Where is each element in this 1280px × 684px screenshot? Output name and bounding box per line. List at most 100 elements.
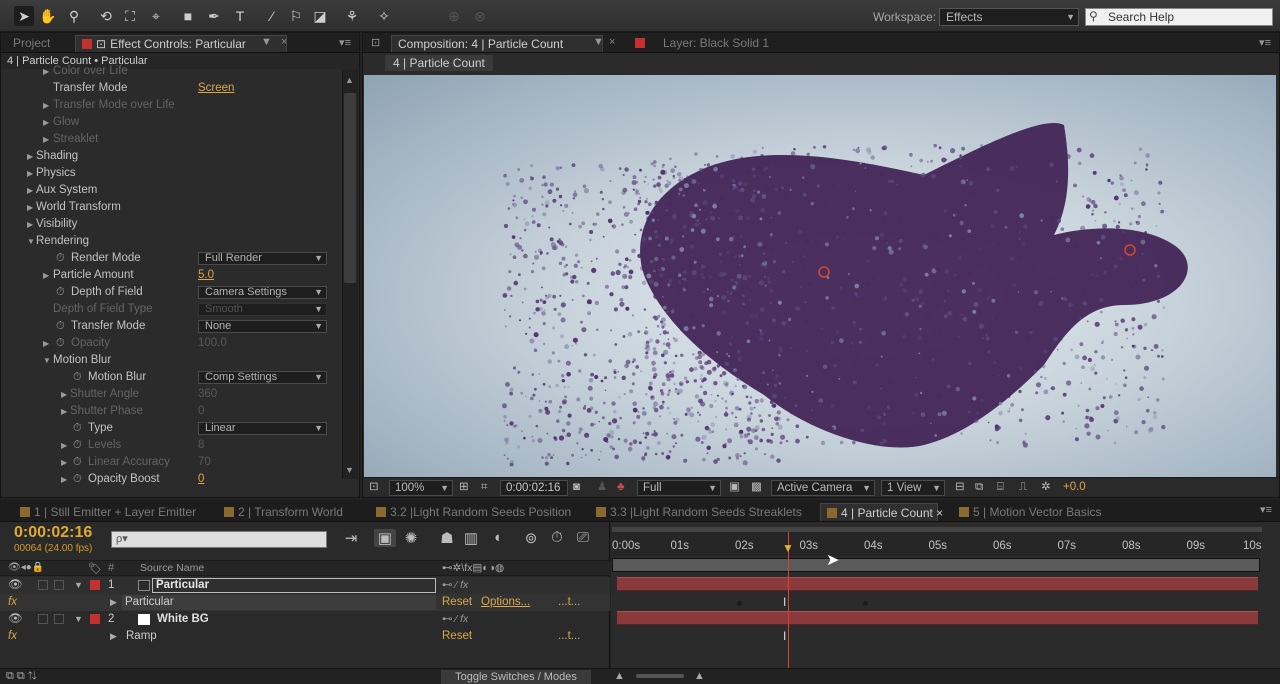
disclosure-closed-icon[interactable]: ▶ xyxy=(27,216,33,233)
roi-icon[interactable]: ▣ xyxy=(729,480,740,496)
camera-tool-icon[interactable]: ⛶ xyxy=(120,6,140,26)
reset-link[interactable]: Reset xyxy=(442,628,472,645)
effect-name[interactable]: Particular xyxy=(122,595,436,610)
property-dropdown[interactable]: Full Render ▼ xyxy=(198,252,327,265)
effect-property-row[interactable]: ▶ Transfer Mode over Life xyxy=(1,97,341,114)
tab-dropdown-icon[interactable]: ▼ xyxy=(261,36,272,48)
rectangle-tool-icon[interactable]: ■ xyxy=(178,6,198,26)
panel-menu-icon[interactable]: ▾≡ xyxy=(1260,503,1272,516)
effect-property-row[interactable]: ▶ ⏱ Levels 8 xyxy=(1,437,341,454)
effect-property-row[interactable]: ▶ Streaklet xyxy=(1,131,341,148)
zoom-slider[interactable] xyxy=(636,674,684,678)
effect-property-row[interactable]: ▼ Rendering xyxy=(1,233,341,250)
property-value[interactable]: 0 xyxy=(198,403,204,420)
property-value[interactable]: 100.0 xyxy=(198,335,227,352)
expand-effect-icon[interactable]: ▶ xyxy=(110,628,117,645)
layer-duration-bar[interactable] xyxy=(617,611,1258,625)
safe-zones-icon[interactable]: ⊞ xyxy=(459,480,469,496)
composition-viewer[interactable] xyxy=(364,75,1276,477)
draft-3d-icon[interactable]: ▣ xyxy=(374,529,396,547)
effect-property-row[interactable]: ▶ Shutter Phase 0 xyxy=(1,403,341,420)
expand-effect-icon[interactable]: ▶ xyxy=(110,594,117,611)
region-icon[interactable]: ⊡ xyxy=(369,480,379,496)
rotate-tool-icon[interactable]: ⟲ xyxy=(96,6,116,26)
resolution-select[interactable]: Full ▼ xyxy=(637,480,721,496)
graph-editor-icon[interactable]: ⊚ xyxy=(520,529,542,547)
clone-stamp-tool-icon[interactable]: ⚐ xyxy=(286,6,306,26)
stopwatch-icon[interactable]: ⏱ xyxy=(73,437,82,454)
roto-brush-tool-icon[interactable]: ⚘ xyxy=(342,6,362,26)
stopwatch-icon[interactable]: ⏱ xyxy=(73,369,82,386)
disclosure-closed-icon[interactable]: ▶ xyxy=(61,437,67,454)
reset-link[interactable]: Reset xyxy=(442,594,472,611)
stopwatch-icon[interactable]: ⏱ xyxy=(56,335,65,352)
effect-property-row[interactable]: ⏱ Transfer Mode None ▼ xyxy=(1,318,341,335)
property-dropdown[interactable]: Comp Settings ▼ xyxy=(198,371,327,384)
property-dropdown[interactable]: None ▼ xyxy=(198,320,327,333)
mask-toggle-icon[interactable]: ⌗ xyxy=(481,480,487,496)
brainstorm-icon[interactable]: ◖ xyxy=(486,529,508,546)
effect-property-row[interactable]: ▶ Visibility xyxy=(1,216,341,233)
effect-property-row[interactable]: ⏱ Motion Blur Comp Settings ▼ xyxy=(1,369,341,386)
stopwatch-icon[interactable]: ⏱ xyxy=(56,250,65,267)
disclosure-closed-icon[interactable]: ▶ xyxy=(43,63,49,80)
effect-more-link[interactable]: ...t... xyxy=(558,594,580,611)
expand-layer-icon[interactable]: ▼ xyxy=(74,577,83,594)
flowchart-icon[interactable]: ⎍ xyxy=(1019,480,1027,496)
effect-property-row[interactable]: ▶ ⏱ Opacity Boost 0 xyxy=(1,471,341,488)
tab-layer[interactable]: Layer: Black Solid 1 xyxy=(629,35,775,52)
close-icon[interactable]: × xyxy=(933,506,943,520)
disclosure-closed-icon[interactable]: ▶ xyxy=(43,114,49,131)
tab-effect-controls[interactable]: ⊡ Effect Controls: Particular xyxy=(75,35,287,52)
zoom-out-icon[interactable]: ▲ xyxy=(614,670,625,682)
zoom-select[interactable]: 100% ▼ xyxy=(389,480,453,496)
timeline-tab[interactable]: 2 | Transform World xyxy=(218,503,358,521)
effect-property-row[interactable]: ⏱ Depth of Field Camera Settings ▼ xyxy=(1,284,341,301)
keyframe-marker[interactable] xyxy=(737,601,742,606)
work-area-bar[interactable] xyxy=(612,558,1260,572)
lock-checkbox[interactable] xyxy=(54,580,64,590)
effect-row[interactable]: fx ▶ Particular Reset Options... ...t... xyxy=(0,594,610,611)
timeline-tab[interactable]: 3.2 |Light Random Seeds Position xyxy=(370,503,578,521)
disclosure-closed-icon[interactable]: ▶ xyxy=(61,454,67,471)
tab-project[interactable]: Project xyxy=(7,35,56,52)
property-value[interactable]: Screen xyxy=(198,80,234,97)
effect-property-row[interactable]: ▶ Glow xyxy=(1,114,341,131)
zoom-tool-icon[interactable]: ⚲ xyxy=(64,6,84,26)
timeline-icon[interactable]: ⌸ xyxy=(997,480,1004,496)
disclosure-closed-icon[interactable]: ▶ xyxy=(43,335,49,352)
label-color-swatch[interactable] xyxy=(90,614,100,624)
selection-tool-icon[interactable]: ➤ xyxy=(14,6,34,26)
property-value[interactable]: 70 xyxy=(198,454,211,471)
layer-name[interactable]: White BG xyxy=(157,611,209,628)
label-color-swatch[interactable] xyxy=(90,580,100,590)
effect-property-row[interactable]: ▶ Shutter Angle 360 xyxy=(1,386,341,403)
transparency-grid-icon[interactable]: ▩ xyxy=(751,480,762,496)
keyframe-marker[interactable] xyxy=(863,601,868,606)
workspace-select[interactable]: Effects ▼ xyxy=(939,8,1079,26)
options-link[interactable]: Options... xyxy=(481,594,530,611)
layer-switches[interactable]: ⊷ ⁄ fx xyxy=(442,611,468,628)
effect-more-link[interactable]: ...t... xyxy=(558,628,580,645)
layer-switches[interactable]: ⊷ ⁄ fx xyxy=(442,577,468,594)
view-layout-select[interactable]: 1 View ▼ xyxy=(881,480,945,496)
property-value[interactable]: 360 xyxy=(198,386,217,403)
effect-property-row[interactable]: Depth of Field Type Smooth ▼ xyxy=(1,301,341,318)
scroll-up-icon[interactable]: ▲ xyxy=(345,75,354,85)
motion-blur-icon[interactable]: ▥ xyxy=(460,529,482,547)
pan-behind-tool-icon[interactable]: ⌖ xyxy=(146,6,166,26)
source-name-header[interactable]: Source Name xyxy=(140,562,204,574)
timeline-tab[interactable]: 1 | Still Emitter + Layer Emitter xyxy=(14,503,204,521)
effect-property-row[interactable]: ▼ Motion Blur xyxy=(1,352,341,369)
expand-pane-icons[interactable]: ⧉ ⧉ ⇅ xyxy=(6,670,37,683)
disclosure-closed-icon[interactable]: ▶ xyxy=(43,131,49,148)
stopwatch-icon[interactable]: ⏱ xyxy=(56,318,65,335)
effect-property-row[interactable]: ⏱ Type Linear ▼ xyxy=(1,420,341,437)
disclosure-closed-icon[interactable]: ▶ xyxy=(61,386,67,403)
brush-tool-icon[interactable]: ⁄ xyxy=(262,6,282,26)
disclosure-closed-icon[interactable]: ▶ xyxy=(61,403,67,420)
eraser-tool-icon[interactable]: ◪ xyxy=(310,6,330,26)
lock-icon[interactable]: ⊡ xyxy=(371,36,380,49)
effect-property-row[interactable]: ▶ Aux System xyxy=(1,182,341,199)
layer-row[interactable]: 👁 ▼ 2 White BG ⊷ ⁄ fx xyxy=(0,611,610,628)
